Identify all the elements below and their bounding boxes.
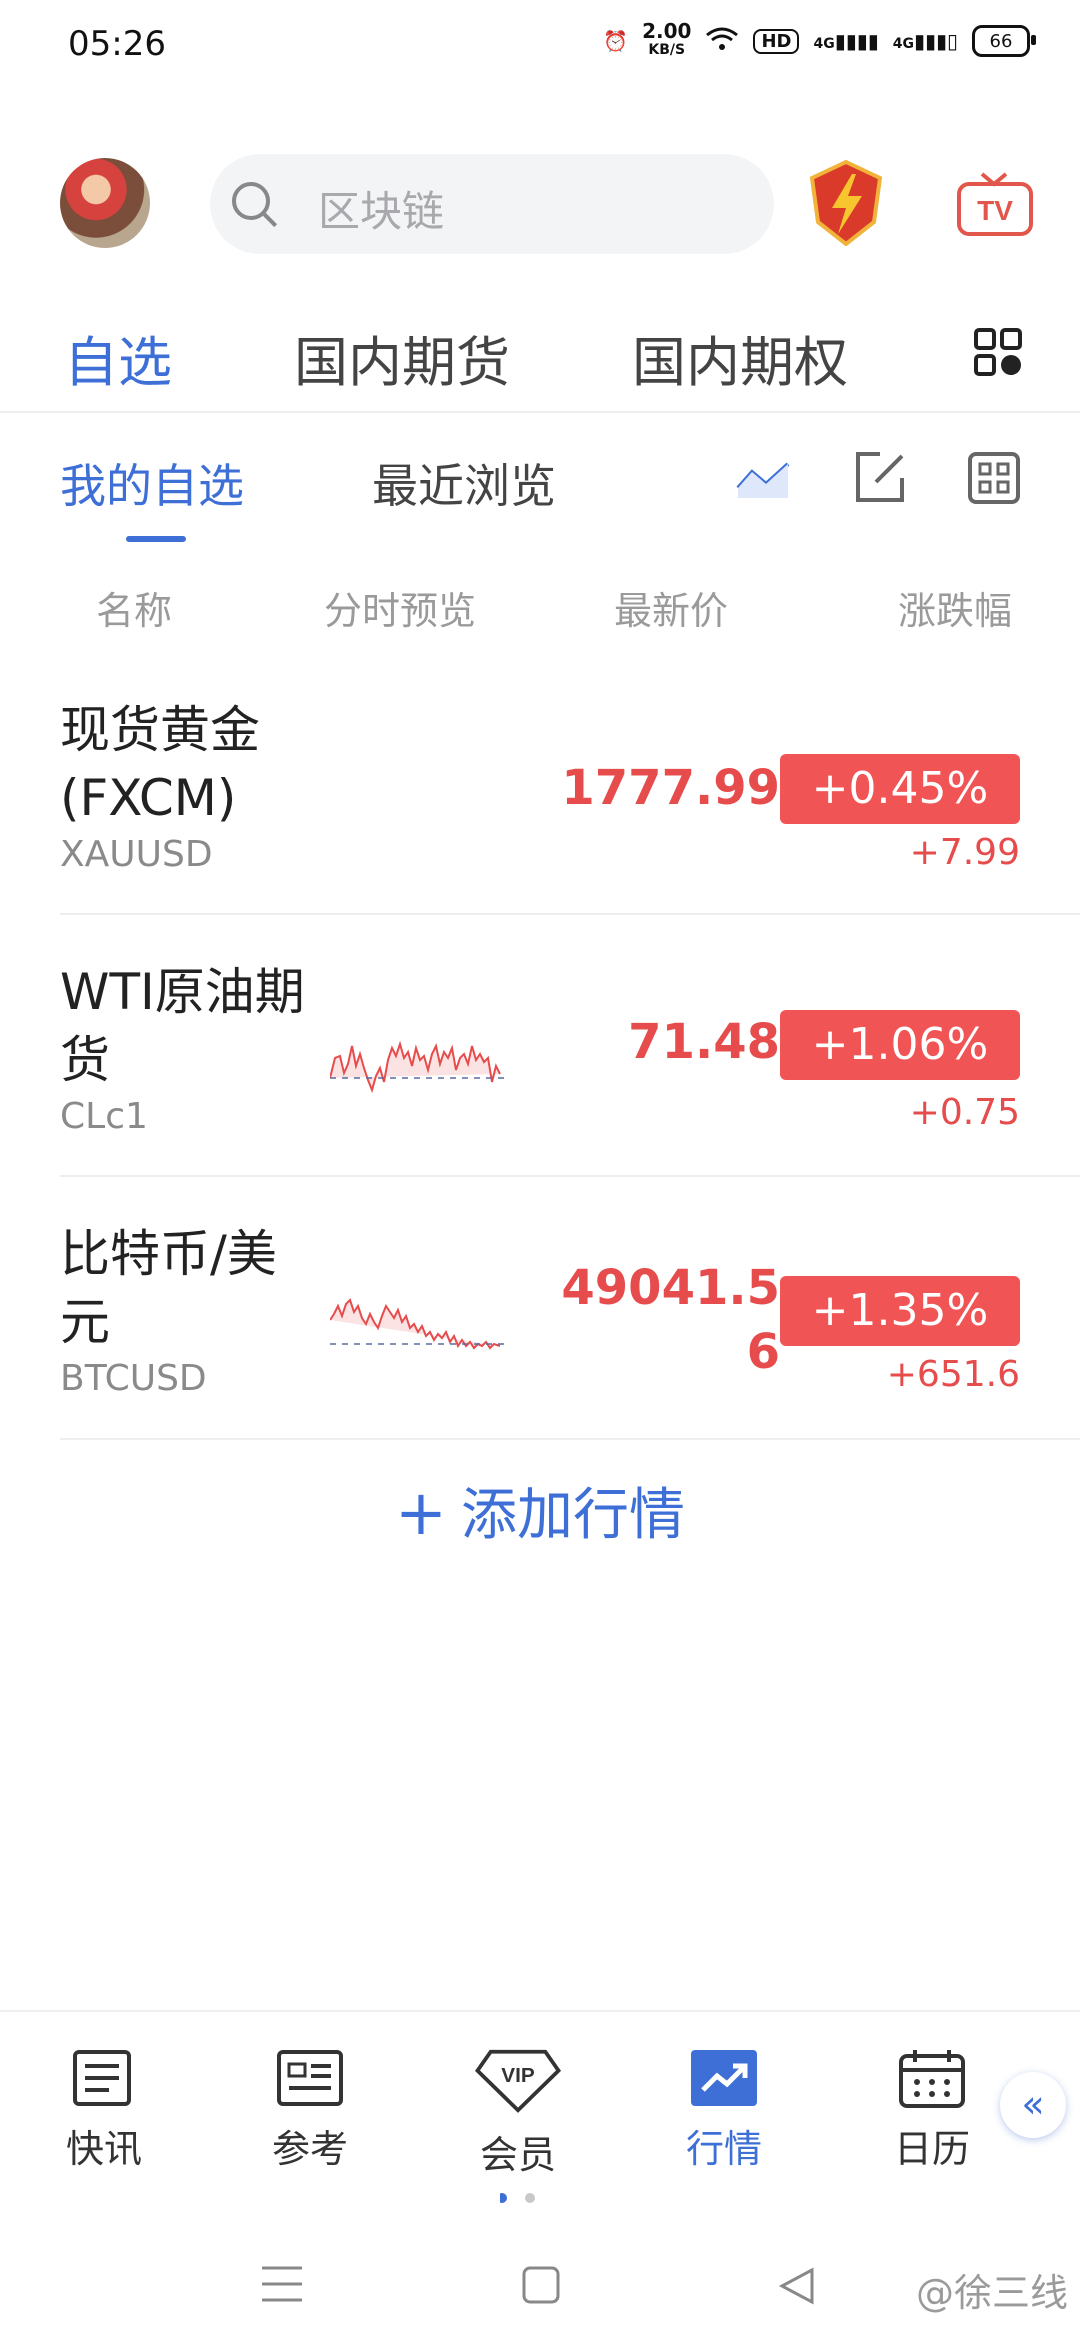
signal-icon-1: 4G▮▮▮▮: [813, 29, 879, 53]
instrument-code: BTCUSD: [60, 1358, 207, 1399]
svg-text:VIP: VIP: [501, 2064, 535, 2087]
col-preview: 分时预览: [324, 589, 477, 633]
alarm-icon: ⏰: [603, 29, 629, 53]
change-value: +7.99: [909, 832, 1020, 873]
hd-badge: HD: [753, 28, 800, 54]
battery-icon: 66: [972, 25, 1036, 57]
change-percent-badge: +0.45%: [780, 754, 1020, 824]
nav-reference[interactable]: 参考: [240, 2048, 380, 2173]
calendar-icon: [899, 2050, 965, 2108]
col-price: 最新价: [614, 589, 729, 633]
row-divider: [60, 1175, 1080, 1177]
tab-watchlist[interactable]: 自选: [64, 318, 172, 397]
svg-text:TV: TV: [977, 195, 1013, 226]
search-icon: [232, 182, 270, 220]
add-market-button[interactable]: + 添加行情: [0, 1470, 1080, 1551]
menu-icon[interactable]: [262, 2266, 302, 2302]
tab-domestic-options[interactable]: 国内期权: [632, 318, 848, 397]
tv-icon[interactable]: TV: [956, 172, 1034, 238]
subtab-my-watchlist[interactable]: 我的自选: [60, 450, 244, 516]
subtab-recent[interactable]: 最近浏览: [372, 450, 556, 516]
nav-membership-label: 会员: [479, 2133, 556, 2177]
list-item[interactable]: 现货黄金(FXCM) XAUUSD 1777.99 +0.45% +7.99: [60, 696, 1080, 906]
instrument-code: CLc1: [60, 1096, 148, 1137]
plus-icon: +: [395, 1476, 447, 1549]
chart-toggle-icon[interactable]: [736, 450, 792, 506]
clock: 05:26: [68, 24, 166, 64]
signal-icon-2: 4G▮▮▮▯: [892, 29, 958, 53]
nav-market-label: 行情: [685, 2127, 762, 2171]
sparkline: [330, 1298, 510, 1350]
watermark: @徐三线: [915, 2271, 1068, 2315]
change-percent-badge: +1.35%: [780, 1276, 1020, 1346]
nav-membership[interactable]: VIP 会员: [448, 2048, 588, 2179]
list-item[interactable]: 比特币/美元 BTCUSD 49041.56 +1.35% +651.6: [60, 1220, 1080, 1430]
tab-domestic-futures[interactable]: 国内期货: [294, 318, 510, 397]
network-speed: 2.00 KB/S: [642, 19, 692, 58]
layout-grid-icon[interactable]: [966, 450, 1022, 506]
nav-calendar[interactable]: 日历: [862, 2048, 1002, 2173]
news-icon: [73, 2050, 131, 2106]
row-divider: [60, 913, 1080, 915]
last-price: 71.48: [628, 1014, 780, 1070]
nav-reference-label: 参考: [271, 2127, 348, 2171]
status-icons: ⏰ 2.00 KB/S HD 4G▮▮▮▮ 4G▮▮▮▯ 66: [603, 19, 1036, 60]
search-placeholder: 区块链: [318, 187, 445, 236]
row-divider: [60, 1438, 1080, 1440]
nav-news-label: 快讯: [65, 2127, 142, 2171]
change-value: +0.75: [909, 1092, 1020, 1133]
nav-market[interactable]: 行情: [654, 2048, 794, 2173]
add-market-label: 添加行情: [460, 1483, 685, 1548]
more-categories-icon[interactable]: [974, 328, 1022, 376]
avatar[interactable]: [60, 158, 150, 248]
last-price: 1777.99: [561, 760, 780, 816]
nav-calendar-label: 日历: [893, 2127, 970, 2171]
change-value: +651.6: [886, 1354, 1020, 1395]
double-chevron-left-icon: «: [1021, 2082, 1045, 2126]
home-icon[interactable]: [522, 2266, 560, 2304]
nav-news[interactable]: 快讯: [34, 2048, 174, 2173]
page-indicator: [500, 2193, 535, 2203]
instrument-name: 比特币/美元: [60, 1225, 277, 1351]
col-change: 涨跌幅: [898, 589, 1013, 633]
divider: [0, 411, 1080, 413]
vip-diamond-icon: VIP: [474, 2049, 562, 2113]
active-tab-indicator: [126, 536, 186, 542]
col-name: 名称: [96, 589, 173, 633]
wifi-icon: [705, 26, 739, 57]
sparkline: [330, 1040, 510, 1094]
status-bar: 05:26 ⏰ 2.00 KB/S HD 4G▮▮▮▮ 4G▮▮▮▯ 66: [0, 0, 1080, 96]
search-input[interactable]: 区块链: [210, 154, 774, 254]
list-item[interactable]: WTI原油期货 CLc1 71.48 +1.06% +0.75: [60, 958, 1080, 1168]
change-percent-badge: +1.06%: [780, 1010, 1020, 1080]
main-tabs: 自选 国内期货 国内期权: [0, 300, 1080, 410]
reference-icon: [277, 2050, 343, 2106]
instrument-name: 现货黄金(FXCM): [60, 701, 260, 827]
edit-icon[interactable]: [852, 450, 908, 506]
instrument-name: WTI原油期货: [60, 963, 305, 1089]
instrument-code: XAUUSD: [60, 834, 213, 875]
collapse-button[interactable]: «: [1000, 2072, 1066, 2138]
back-icon[interactable]: [778, 2267, 814, 2305]
market-trend-icon: [691, 2050, 757, 2106]
bottom-nav: 快讯 参考 VIP 会员 行情 日历: [0, 2010, 1080, 2202]
last-price: 49041.56: [561, 1260, 780, 1380]
vip-lightning-icon[interactable]: [808, 159, 884, 247]
